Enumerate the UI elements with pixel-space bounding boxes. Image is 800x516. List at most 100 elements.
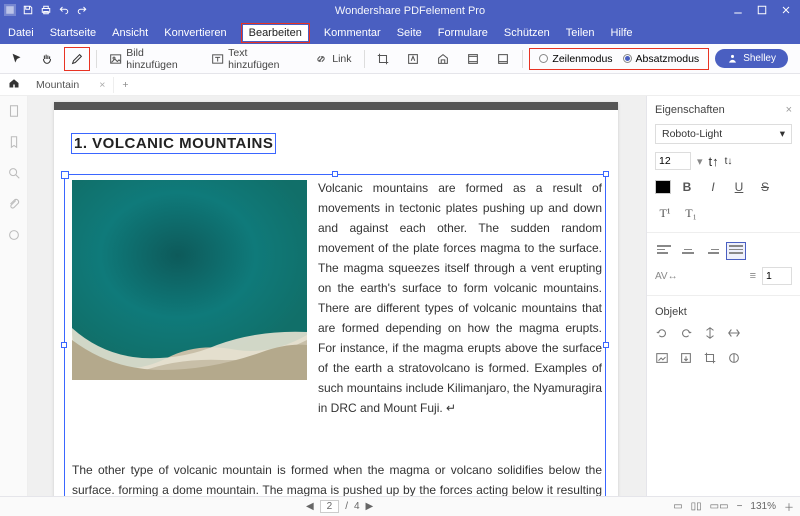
comments-icon[interactable] <box>7 228 21 245</box>
page-sep: / <box>345 501 348 512</box>
attachments-icon[interactable] <box>7 197 21 214</box>
save-icon[interactable] <box>22 4 34 19</box>
menu-item[interactable]: Seite <box>397 27 422 39</box>
body-paragraph-1[interactable]: Volcanic mountains are formed as a resul… <box>318 178 602 418</box>
add-text-button[interactable]: Text hinzufügen <box>207 44 302 74</box>
flip-vertical-icon[interactable] <box>703 326 717 343</box>
menu-item[interactable]: Kommentar <box>324 27 381 39</box>
document-tab[interactable]: Mountain × <box>28 77 114 93</box>
menu-item[interactable]: Schützen <box>504 27 550 39</box>
menu-bar: Datei Startseite Ansicht Konvertieren Be… <box>0 22 800 44</box>
align-justify-icon[interactable] <box>727 243 745 259</box>
redo-icon[interactable] <box>76 4 88 19</box>
watermark-icon[interactable] <box>402 49 424 69</box>
font-shrink-icon[interactable]: t↓ <box>725 156 733 167</box>
new-tab-button[interactable]: + <box>114 79 136 91</box>
cursor-select-icon[interactable] <box>6 49 28 69</box>
strike-button[interactable]: S <box>755 178 775 196</box>
superscript-button[interactable]: T¹ <box>655 204 675 222</box>
menu-item[interactable]: Formulare <box>438 27 488 39</box>
panel-title-label: Eigenschaften <box>655 104 725 116</box>
italic-button[interactable]: I <box>703 178 723 196</box>
document-heading[interactable]: 1. VOLCANIC MOUNTAINS <box>72 134 275 153</box>
line-mode-radio[interactable]: Zeilenmodus <box>539 53 612 65</box>
zoom-value[interactable]: 131% <box>750 501 776 512</box>
color-swatch[interactable] <box>655 180 671 194</box>
add-image-button[interactable]: Bild hinzufügen <box>105 44 199 74</box>
hand-pan-icon[interactable] <box>36 49 58 69</box>
undo-icon[interactable] <box>58 4 70 19</box>
view-continuous-icon[interactable]: ▯▯ <box>691 501 702 512</box>
paragraph-mode-radio[interactable]: Absatzmodus <box>623 53 700 65</box>
resize-handle[interactable] <box>332 171 338 177</box>
object-section-title: Objekt <box>647 302 800 322</box>
chevron-down-icon[interactable]: ▾ <box>697 155 703 168</box>
line-spacing-icon: ≡ <box>750 270 756 282</box>
view-single-icon[interactable]: ▭ <box>673 501 682 512</box>
view-facing-icon[interactable]: ▭▭ <box>710 501 729 512</box>
app-title: Wondershare PDFelement Pro <box>88 5 732 17</box>
underline-button[interactable]: U <box>729 178 749 196</box>
header-footer-icon[interactable] <box>462 49 484 69</box>
tab-label: Mountain <box>36 79 79 91</box>
replace-image-icon[interactable] <box>655 351 669 368</box>
subscript-button[interactable]: T₁ <box>681 204 701 222</box>
menu-item[interactable]: Hilfe <box>611 27 633 39</box>
background-icon[interactable] <box>432 49 454 69</box>
menu-item[interactable]: Konvertieren <box>164 27 226 39</box>
menu-item-bearbeiten[interactable]: Bearbeiten <box>243 25 308 41</box>
menu-item[interactable]: Teilen <box>566 27 595 39</box>
close-icon[interactable] <box>780 4 792 19</box>
rotate-ccw-icon[interactable] <box>655 326 669 343</box>
page-current[interactable]: 2 <box>320 500 340 513</box>
bookmarks-icon[interactable] <box>7 135 21 152</box>
search-icon[interactable] <box>7 166 21 183</box>
bold-button[interactable]: B <box>677 178 697 196</box>
radio-icon <box>623 54 632 63</box>
document-viewport[interactable]: 1. VOLCANIC MOUNTAINS <box>28 96 646 496</box>
tab-close-icon[interactable]: × <box>99 79 105 91</box>
resize-handle[interactable] <box>603 342 609 348</box>
crop-object-icon[interactable] <box>703 351 717 368</box>
zoom-in-icon[interactable]: ＋ <box>784 499 794 514</box>
body-paragraph-2[interactable]: The other type of volcanic mountain is f… <box>72 460 602 496</box>
page-navigator: ◀ 2 / 4 ▶ <box>6 500 673 513</box>
resize-handle[interactable] <box>61 342 67 348</box>
flip-horizontal-icon[interactable] <box>727 326 741 343</box>
menu-item[interactable]: Startseite <box>50 27 96 39</box>
line-spacing-input[interactable] <box>762 267 792 285</box>
separator <box>522 50 523 68</box>
pdf-page[interactable]: 1. VOLCANIC MOUNTAINS <box>54 102 618 496</box>
add-link-button[interactable]: Link <box>310 49 355 69</box>
bates-number-icon[interactable] <box>492 49 514 69</box>
home-tab-icon[interactable] <box>0 77 28 92</box>
font-family-dropdown[interactable]: Roboto-Light ▾ <box>655 124 792 144</box>
font-grow-icon[interactable]: t↑ <box>709 154 719 169</box>
embedded-photo[interactable] <box>72 180 307 380</box>
edit-text-icon[interactable] <box>66 49 88 69</box>
app-logo-icon <box>4 4 16 19</box>
crop-icon[interactable] <box>372 49 394 69</box>
align-right-icon[interactable] <box>703 243 721 259</box>
thumbnails-icon[interactable] <box>7 104 21 121</box>
char-spacing-icon[interactable]: AV↔ <box>655 271 678 282</box>
font-size-input[interactable] <box>655 152 691 170</box>
prev-page-icon[interactable]: ◀ <box>306 501 314 512</box>
zoom-out-icon[interactable]: − <box>737 501 743 512</box>
rotate-cw-icon[interactable] <box>679 326 693 343</box>
user-name: Shelley <box>743 53 776 64</box>
minimize-icon[interactable] <box>732 4 744 19</box>
menu-item[interactable]: Ansicht <box>112 27 148 39</box>
maximize-icon[interactable] <box>756 4 768 19</box>
align-center-icon[interactable] <box>679 243 697 259</box>
align-left-icon[interactable] <box>655 243 673 259</box>
user-account-pill[interactable]: Shelley <box>715 49 788 68</box>
panel-close-icon[interactable]: × <box>786 104 792 116</box>
resize-handle[interactable] <box>603 171 609 177</box>
opacity-icon[interactable] <box>727 351 741 368</box>
link-label: Link <box>332 53 351 65</box>
menu-item[interactable]: Datei <box>8 27 34 39</box>
next-page-icon[interactable]: ▶ <box>366 501 374 512</box>
print-icon[interactable] <box>40 4 52 19</box>
extract-image-icon[interactable] <box>679 351 693 368</box>
